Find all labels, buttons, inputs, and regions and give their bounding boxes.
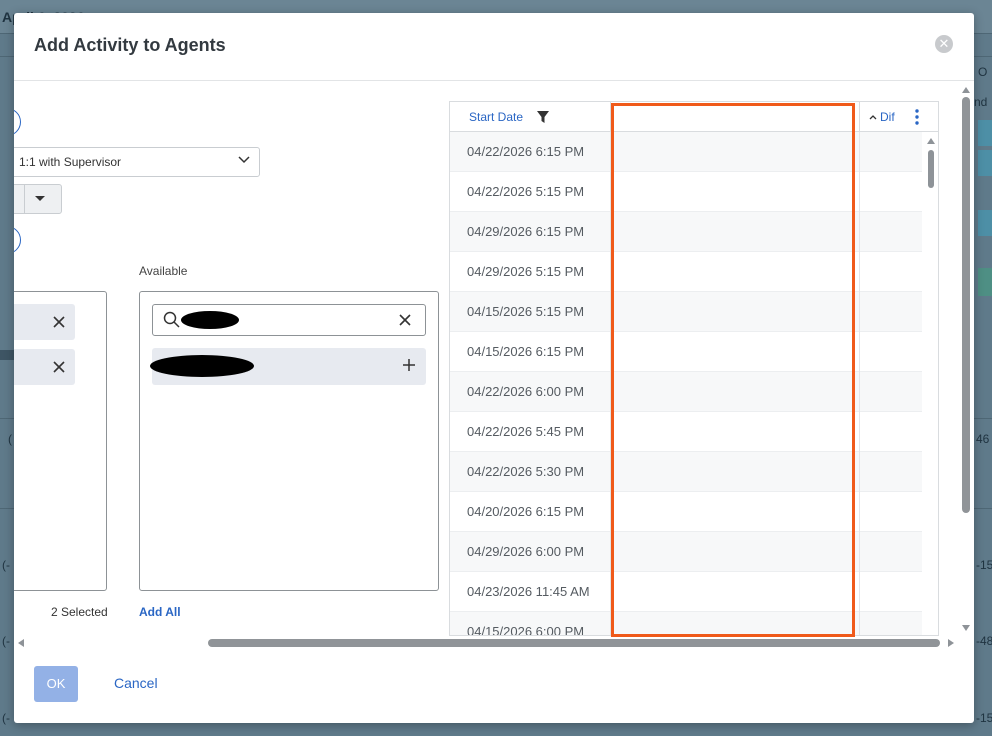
- selected-count: 2 Selected: [51, 605, 108, 619]
- start-date-cell: 04/20/2026 6:15 PM: [467, 504, 585, 519]
- title-divider: [14, 80, 974, 81]
- background-value: -15: [976, 711, 992, 725]
- scroll-right-arrow[interactable]: [948, 639, 954, 647]
- dialog-title: Add Activity to Agents: [34, 35, 226, 55]
- background-chip: [978, 150, 992, 176]
- background-label: O: [978, 65, 988, 79]
- table-row[interactable]: 04/15/2026 5:15 PM: [450, 292, 922, 332]
- table-row[interactable]: 04/22/2026 5:45 PM: [450, 412, 922, 452]
- table-row[interactable]: 04/22/2026 6:00 PM: [450, 372, 922, 412]
- table-row[interactable]: 04/22/2026 6:15 PM: [450, 132, 922, 172]
- activity-grid: Start Date Dif 04/22/2026 6:15 PM 04/22/2…: [449, 101, 939, 636]
- table-row[interactable]: 04/15/2026 6:00 PM: [450, 612, 922, 636]
- dif-column-header[interactable]: Dif: [880, 110, 895, 124]
- available-list: [139, 291, 439, 591]
- activity-select[interactable]: 1:1 with Supervisor: [14, 147, 260, 177]
- remove-icon[interactable]: [53, 361, 65, 373]
- activity-select-value: 1:1 with Supervisor: [19, 155, 122, 169]
- selected-list: [14, 291, 107, 591]
- start-date-cell: 04/22/2026 5:30 PM: [467, 464, 585, 479]
- background-value: -15: [976, 558, 992, 572]
- column-separator: [610, 132, 611, 635]
- table-row[interactable]: 04/22/2026 5:15 PM: [450, 172, 922, 212]
- caret-down-icon: [35, 196, 45, 201]
- cancel-button[interactable]: Cancel: [114, 675, 158, 691]
- clear-search-icon[interactable]: [399, 314, 411, 326]
- background-value: (: [8, 432, 12, 446]
- start-date-cell: 04/22/2026 6:15 PM: [467, 144, 585, 159]
- table-row[interactable]: 04/29/2026 6:15 PM: [450, 212, 922, 252]
- selected-item: [14, 349, 75, 385]
- background-value: (-: [2, 711, 10, 725]
- grid-vertical-scrollbar[interactable]: [928, 150, 934, 188]
- grid-header: Start Date Dif: [450, 102, 938, 132]
- remove-icon[interactable]: [53, 316, 65, 328]
- table-row[interactable]: 04/20/2026 6:15 PM: [450, 492, 922, 532]
- redacted-agent-name: [150, 355, 254, 377]
- start-date-cell: 04/15/2026 6:15 PM: [467, 344, 585, 359]
- table-row[interactable]: 04/29/2026 5:15 PM: [450, 252, 922, 292]
- start-date-cell: 04/15/2026 5:15 PM: [467, 304, 585, 319]
- redacted-search-text: [181, 311, 239, 329]
- start-date-cell: 04/15/2026 6:00 PM: [467, 624, 585, 636]
- start-date-cell: 04/29/2026 6:15 PM: [467, 224, 585, 239]
- modal-scroll-up-arrow[interactable]: [962, 87, 970, 93]
- split-divider: [24, 185, 25, 213]
- filter-icon[interactable]: [537, 111, 549, 123]
- available-label: Available: [139, 264, 188, 278]
- table-row[interactable]: 04/22/2026 5:30 PM: [450, 452, 922, 492]
- start-date-cell: 04/22/2026 5:45 PM: [467, 424, 585, 439]
- sort-ascending-icon[interactable]: [869, 114, 877, 120]
- table-row[interactable]: 04/15/2026 6:15 PM: [450, 332, 922, 372]
- background-chip: [978, 210, 992, 236]
- add-icon[interactable]: [402, 358, 416, 372]
- radio-button[interactable]: [14, 108, 21, 136]
- table-row[interactable]: 04/23/2026 11:45 AM: [450, 572, 922, 612]
- column-menu-icon[interactable]: [914, 109, 920, 125]
- search-icon: [163, 311, 180, 328]
- start-date-column-header[interactable]: Start Date: [469, 110, 523, 124]
- start-date-cell: 04/22/2026 6:00 PM: [467, 384, 585, 399]
- radio-button[interactable]: [14, 226, 21, 254]
- background-value: (-: [2, 558, 10, 572]
- chevron-down-icon: [238, 156, 250, 164]
- split-dropdown-button[interactable]: [14, 184, 62, 214]
- background-label: nd: [974, 95, 988, 109]
- column-separator: [610, 102, 611, 132]
- modal-vertical-scrollbar[interactable]: [962, 97, 970, 513]
- background-value: -48: [976, 634, 992, 648]
- background-chip: [978, 268, 992, 296]
- background-chip: [0, 350, 14, 360]
- add-all-link[interactable]: Add All: [139, 605, 181, 619]
- scroll-left-arrow[interactable]: [18, 639, 24, 647]
- close-icon[interactable]: ✕: [935, 35, 953, 53]
- column-separator: [859, 132, 860, 635]
- search-input[interactable]: [152, 304, 426, 336]
- available-agent-item[interactable]: [150, 348, 426, 385]
- table-row[interactable]: 04/29/2026 6:00 PM: [450, 532, 922, 572]
- start-date-cell: 04/29/2026 5:15 PM: [467, 264, 585, 279]
- column-separator: [859, 102, 860, 132]
- horizontal-scrollbar[interactable]: [208, 639, 940, 647]
- start-date-cell: 04/23/2026 11:45 AM: [467, 584, 590, 599]
- start-date-cell: 04/29/2026 6:00 PM: [467, 544, 585, 559]
- background-value: 46: [976, 432, 990, 446]
- start-date-cell: 04/22/2026 5:15 PM: [467, 184, 585, 199]
- background-value: (-: [2, 634, 10, 648]
- scroll-up-arrow[interactable]: [927, 138, 935, 144]
- background-chip: [978, 120, 992, 146]
- add-activity-dialog: Add Activity to Agents ✕ 1:1 with Superv…: [14, 13, 974, 723]
- modal-scroll-down-arrow[interactable]: [962, 625, 970, 631]
- ok-button[interactable]: OK: [34, 666, 78, 702]
- selected-item: [14, 304, 75, 340]
